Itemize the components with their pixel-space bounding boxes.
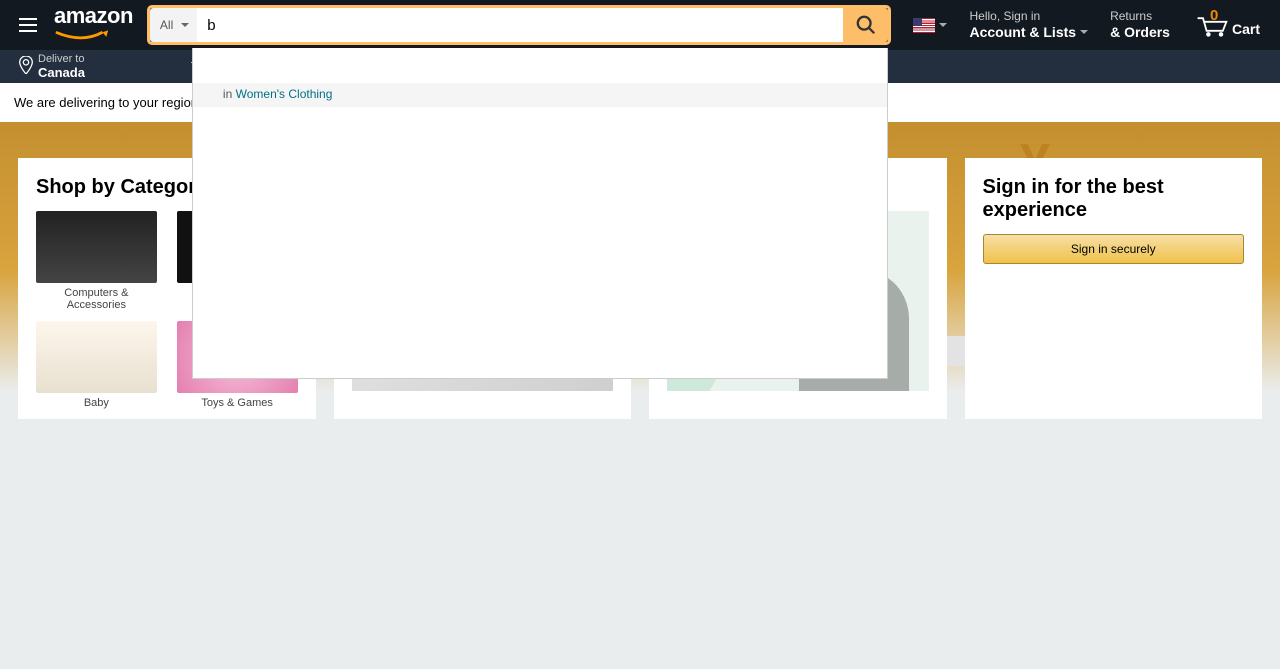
us-flag-icon <box>913 18 935 33</box>
suggestion-completion: ras for women <box>215 258 318 275</box>
search-suggestion[interactable]: bandanas for men <box>193 107 888 136</box>
search-suggestion[interactable]: biker shorts for women <box>193 165 888 194</box>
language-selector[interactable] <box>905 18 955 33</box>
card-title: Sign in for the best experience <box>983 176 1245 222</box>
chevron-down-icon <box>1080 30 1088 34</box>
search-suggestion[interactable]: bandaids <box>193 136 888 165</box>
category-thumb <box>36 321 157 393</box>
suggestion-prefix: b <box>207 142 215 159</box>
deliver-to-country: Canada <box>38 65 85 80</box>
suggestion-completion: aking soda <box>215 229 293 246</box>
search-suggestion[interactable]: bandanas <box>193 339 888 368</box>
category-label: Toys & Games <box>201 397 273 409</box>
suggestion-completion: lackout curtains <box>215 287 330 304</box>
search-icon <box>855 14 877 36</box>
suggestion-prefix: b <box>207 287 215 304</box>
account-menu[interactable]: Hello, Sign in Account & Lists <box>961 9 1096 40</box>
cart-count: 0 <box>1210 7 1218 24</box>
suggestion-prefix: b <box>207 113 215 130</box>
suggestion-prefix: b <box>207 200 215 217</box>
logo-text: amazon <box>54 3 133 29</box>
suggestion-completion: andaids <box>215 142 272 159</box>
search-suggestion[interactable]: baking soda <box>193 223 888 252</box>
suggestion-completion: iker shorts for women <box>215 171 372 188</box>
category-thumb <box>36 211 157 283</box>
search-suggestions-dropdown: bathing suits for womenin Women's Clothi… <box>192 48 889 379</box>
deliver-to-button[interactable]: Deliver to Canada <box>12 51 91 82</box>
suggestion-completion: lender <box>215 316 260 333</box>
account-lists-label: Account & Lists <box>969 24 1076 41</box>
search-button[interactable] <box>843 8 888 42</box>
returns-orders-link[interactable]: Returns & Orders <box>1102 9 1178 40</box>
suggestion-completion: lood pressure monitor <box>215 200 374 217</box>
search-department-label: All <box>160 18 173 32</box>
amazon-logo[interactable]: amazon <box>54 3 133 47</box>
suggestion-completion: andanas <box>215 345 276 362</box>
suggestion-prefix: b <box>207 60 215 77</box>
signin-card: Sign in for the best experience Sign in … <box>965 158 1263 419</box>
suggestion-prefix: b <box>207 345 215 362</box>
returns-label-1: Returns <box>1110 9 1170 23</box>
hamburger-menu-button[interactable] <box>10 7 46 43</box>
chevron-down-icon <box>181 23 189 27</box>
cart-label: Cart <box>1232 21 1260 37</box>
search-suggestion[interactable]: bras for women <box>193 252 888 281</box>
suggestion-prefix: b <box>207 316 215 333</box>
category-label: Baby <box>84 397 109 409</box>
search-suggestion[interactable]: blender <box>193 310 888 339</box>
account-greeting: Hello, Sign in <box>969 9 1088 23</box>
search-suggestion-department[interactable]: in Women's Clothing <box>193 83 888 107</box>
chevron-down-icon <box>939 23 947 27</box>
search-department-dropdown[interactable]: All <box>150 8 197 42</box>
sign-in-securely-button[interactable]: Sign in securely <box>983 234 1245 264</box>
cart-link[interactable]: 0 Cart <box>1184 11 1270 39</box>
deliver-to-label: Deliver to <box>38 53 85 65</box>
category-tile-baby[interactable]: Baby <box>36 321 157 409</box>
location-pin-icon <box>18 56 34 77</box>
logo-smile-icon <box>54 30 110 42</box>
category-label: Computers & Accessories <box>64 287 128 311</box>
top-navbar: amazon All bathing suits for womenin Wom… <box>0 0 1280 50</box>
search-suggestion[interactable]: blackout curtains <box>193 281 888 310</box>
search-suggestion[interactable]: blood pressure monitor <box>193 194 888 223</box>
suggestion-completion: athing suits for women <box>215 60 379 77</box>
search-bar: All bathing suits for womenin Women's Cl… <box>147 5 892 45</box>
search-input[interactable] <box>197 8 843 42</box>
suggestion-prefix: b <box>207 258 215 275</box>
search-suggestion[interactable]: bathing suits for women <box>193 54 888 83</box>
suggestion-prefix: b <box>207 171 215 188</box>
suggestion-prefix: b <box>207 229 215 246</box>
returns-label-2: & Orders <box>1110 24 1170 41</box>
category-tile-computers[interactable]: Computers & Accessories <box>36 211 157 311</box>
suggestion-completion: andanas for men <box>215 113 335 130</box>
